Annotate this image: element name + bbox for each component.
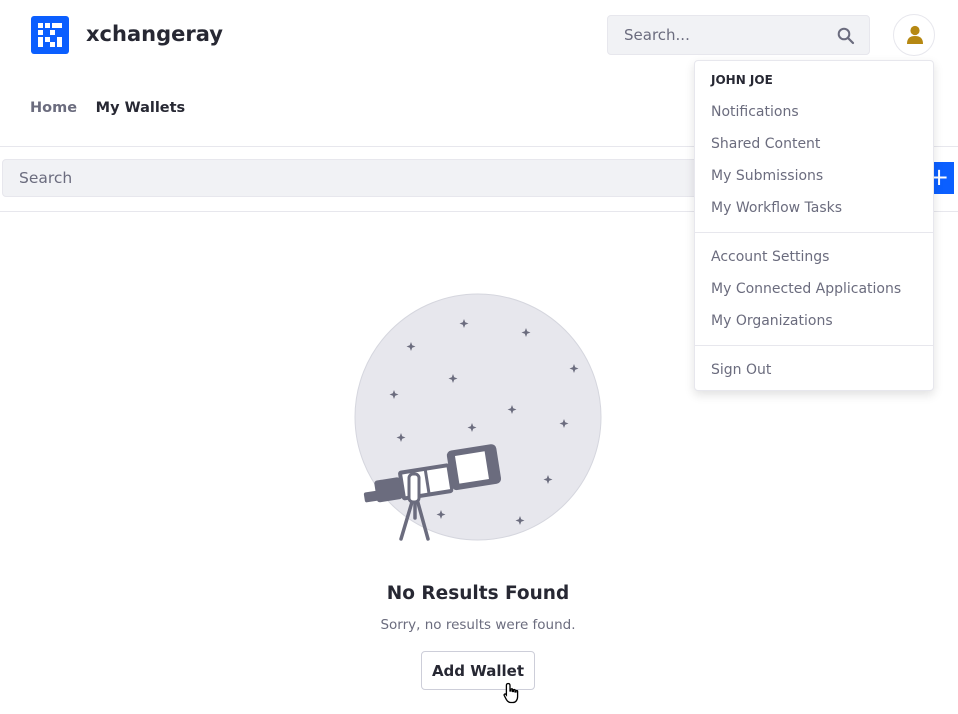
empty-state-description: Sorry, no results were found. [380,617,576,633]
hand-cursor-icon [503,682,519,704]
logo-dot [57,42,62,47]
search-icon[interactable] [837,27,855,45]
user-avatar-button[interactable] [893,14,935,56]
breadcrumb: Home My Wallets [30,100,199,116]
empty-state-title: No Results Found [386,583,570,604]
management-search [2,159,762,197]
header-search [607,15,870,55]
logo-dot [45,23,50,28]
site-logo[interactable] [31,16,69,54]
management-search-input[interactable] [3,160,761,196]
user-icon [907,25,923,44]
logo-dot [50,30,55,35]
menu-item-my-organizations[interactable]: My Organizations [711,313,833,329]
menu-item-connected-applications[interactable]: My Connected Applications [711,281,901,297]
site-name[interactable]: xchangeray [86,22,223,46]
menu-item-notifications[interactable]: Notifications [711,104,799,120]
nav-home-link[interactable]: Home [30,100,77,116]
header-search-input[interactable] [608,16,828,54]
menu-item-my-submissions[interactable]: My Submissions [711,168,823,184]
user-dropdown-menu: JOHN JOE Notifications Shared Content My… [694,60,934,391]
telescope-illustration [354,293,602,541]
menu-item-shared-content[interactable]: Shared Content [711,136,820,152]
logo-dot [50,42,55,47]
menu-item-my-workflow-tasks[interactable]: My Workflow Tasks [711,200,842,216]
menu-divider [695,345,933,346]
menu-divider [695,232,933,233]
menu-item-sign-out[interactable]: Sign Out [711,362,771,378]
menu-item-account-settings[interactable]: Account Settings [711,249,829,265]
logo-dot [38,42,43,47]
logo-dot [38,30,43,35]
logo-dot [57,23,62,28]
logo-dot [38,23,43,28]
user-name-header: JOHN JOE [711,73,773,87]
nav-my-wallets[interactable]: My Wallets [96,100,186,116]
